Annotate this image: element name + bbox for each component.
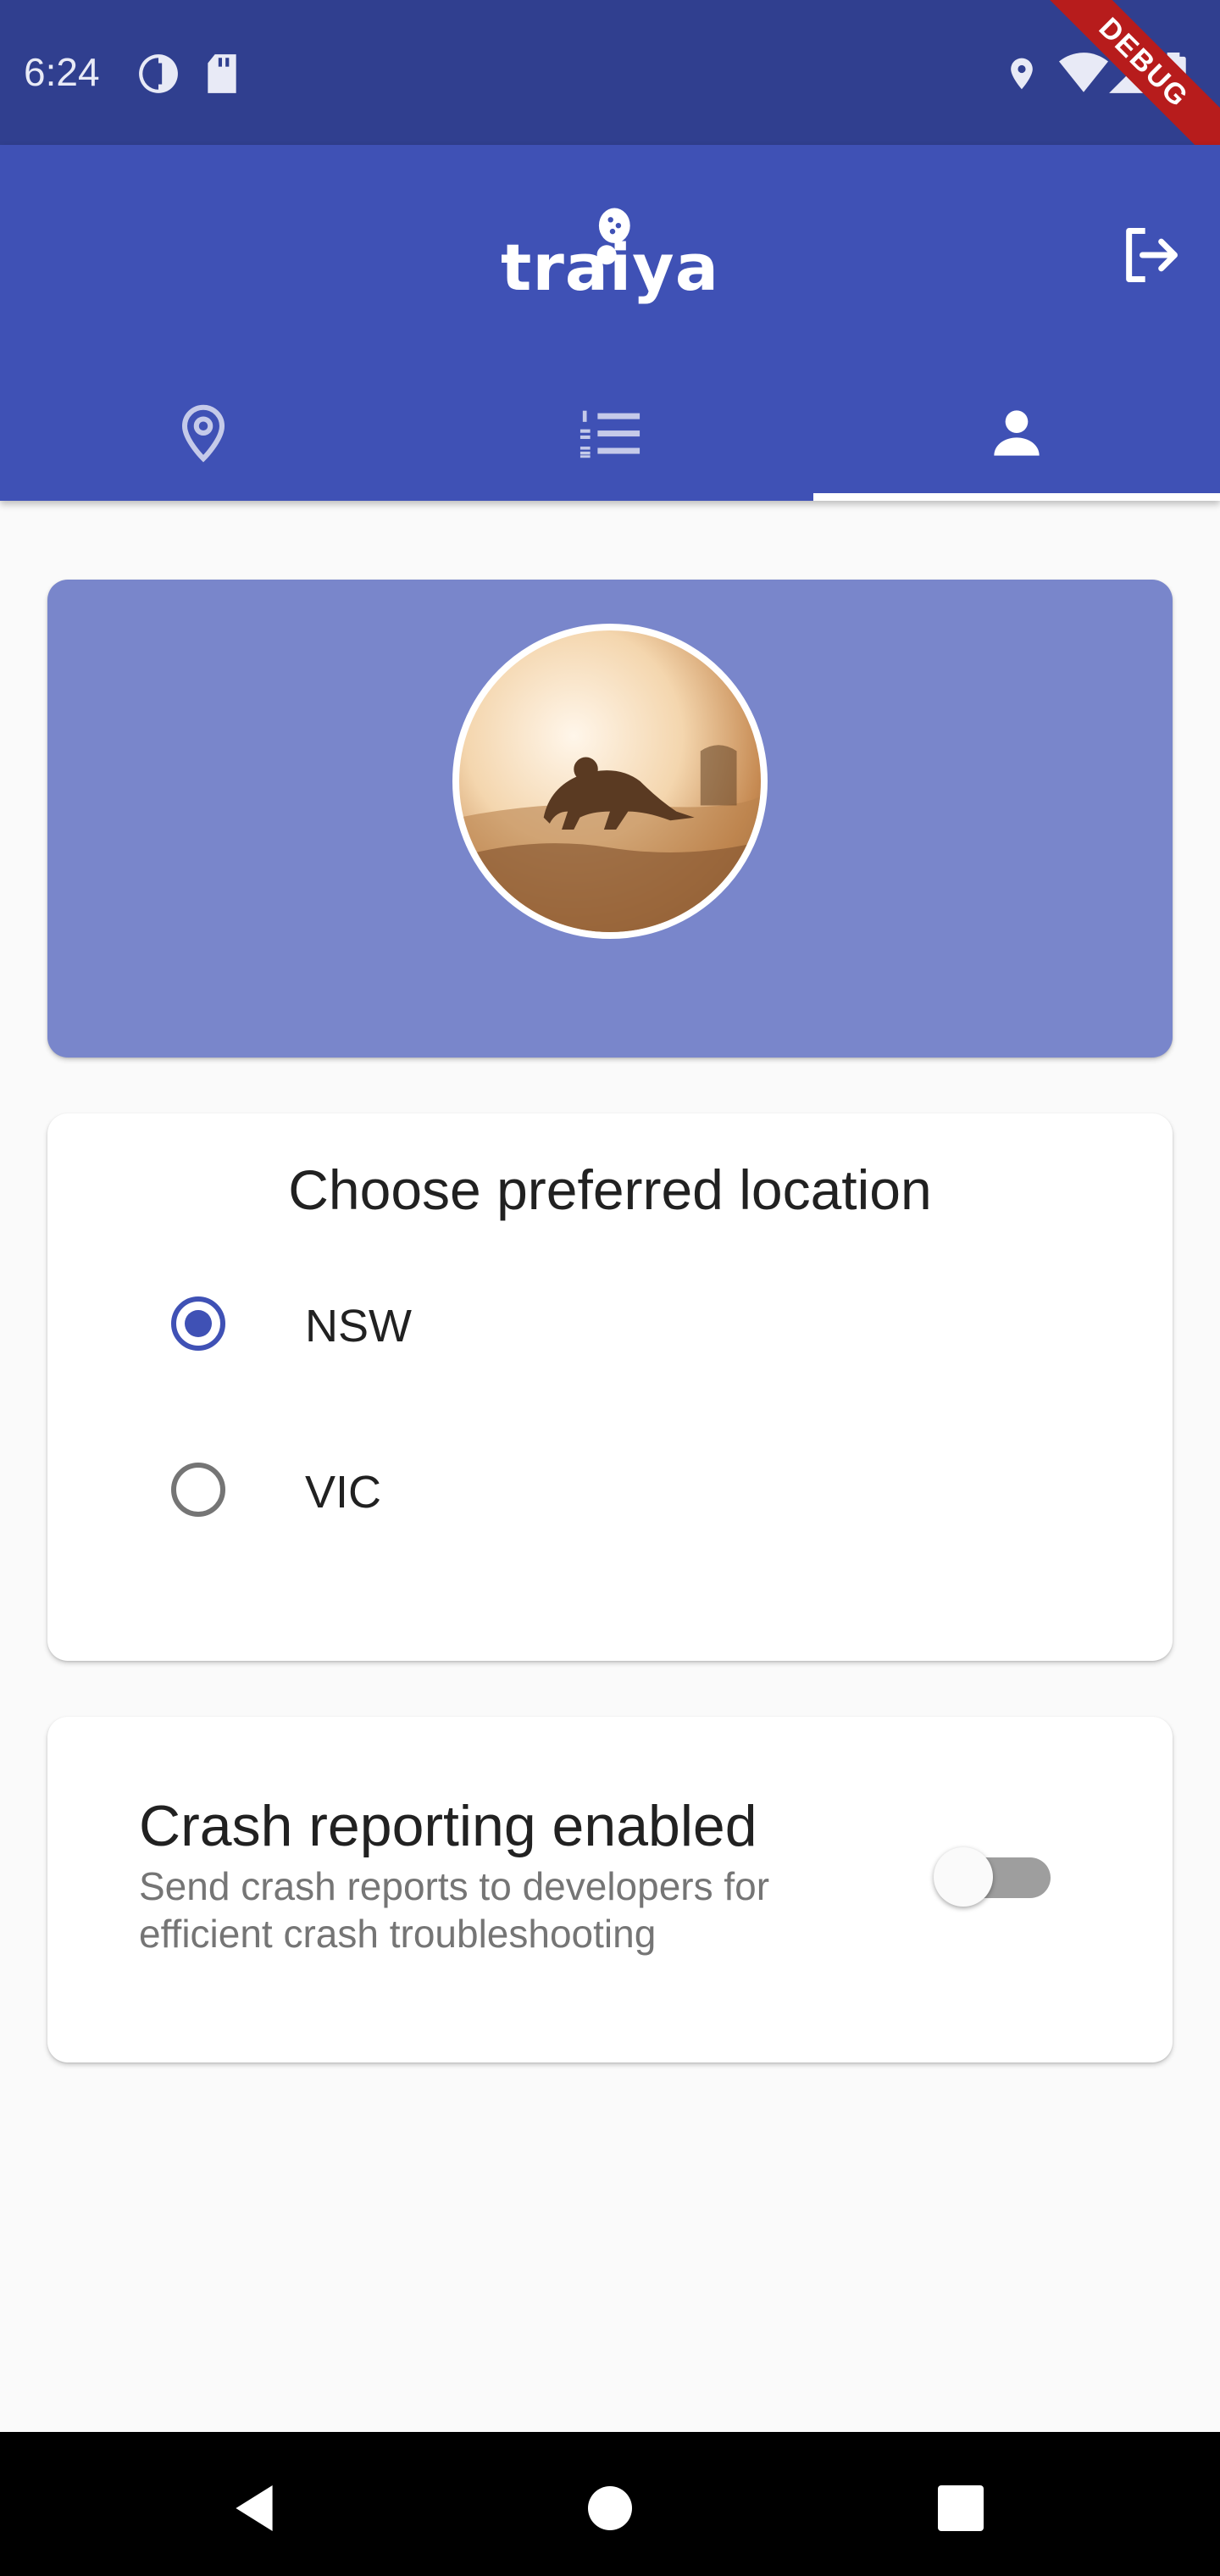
system-nav-bar (0, 2432, 1220, 2576)
home-icon (588, 2486, 632, 2530)
hiking-boot-icon (596, 208, 630, 265)
radio-label-nsw: NSW (305, 1301, 412, 1352)
crash-reporting-card: Crash reporting enabled Send crash repor… (47, 1717, 1173, 2062)
tab-profile[interactable] (813, 365, 1220, 501)
sync-icon (139, 54, 178, 93)
kangaroo-photo (459, 745, 761, 932)
wifi-icon (1059, 53, 1108, 92)
nav-recents-button[interactable] (918, 2466, 1003, 2551)
nav-home-button[interactable] (568, 2466, 652, 2551)
radio-button-vic[interactable] (171, 1463, 225, 1517)
tab-bar (0, 365, 1220, 501)
nav-back-button[interactable] (212, 2466, 297, 2551)
logout-button[interactable] (1118, 223, 1183, 287)
radio-option-vic[interactable]: VIC (47, 1418, 1173, 1563)
location-icon (1011, 58, 1033, 90)
radio-label-vic: VIC (305, 1467, 382, 1518)
profile-card (47, 580, 1173, 1058)
sd-card-icon (208, 54, 236, 93)
person-icon (994, 410, 1040, 456)
crash-reporting-toggle[interactable] (934, 1839, 1054, 1907)
recents-icon (938, 2485, 984, 2531)
tab-list[interactable] (407, 365, 813, 501)
tab-indicator (813, 493, 1220, 501)
radio-button-nsw[interactable] (171, 1296, 225, 1351)
status-bar: 6:24 DEBUG (0, 0, 1220, 175)
crash-reporting-title: Crash reporting enabled (139, 1794, 757, 1858)
toggle-thumb (934, 1847, 993, 1907)
location-card: Choose preferred location NSW VIC (47, 1113, 1173, 1661)
app-bar: traiya (0, 145, 1220, 501)
crash-reporting-subtitle: Send crash reports to developers for eff… (139, 1864, 770, 1956)
location-title: Choose preferred location (288, 1158, 932, 1221)
radio-option-nsw[interactable]: NSW (47, 1252, 1173, 1396)
numbered-list-icon (580, 410, 640, 458)
location-pin-icon (181, 404, 225, 463)
status-time: 6:24 (24, 50, 100, 94)
tab-map[interactable] (0, 365, 407, 501)
avatar (452, 624, 768, 939)
back-icon (236, 2485, 273, 2531)
